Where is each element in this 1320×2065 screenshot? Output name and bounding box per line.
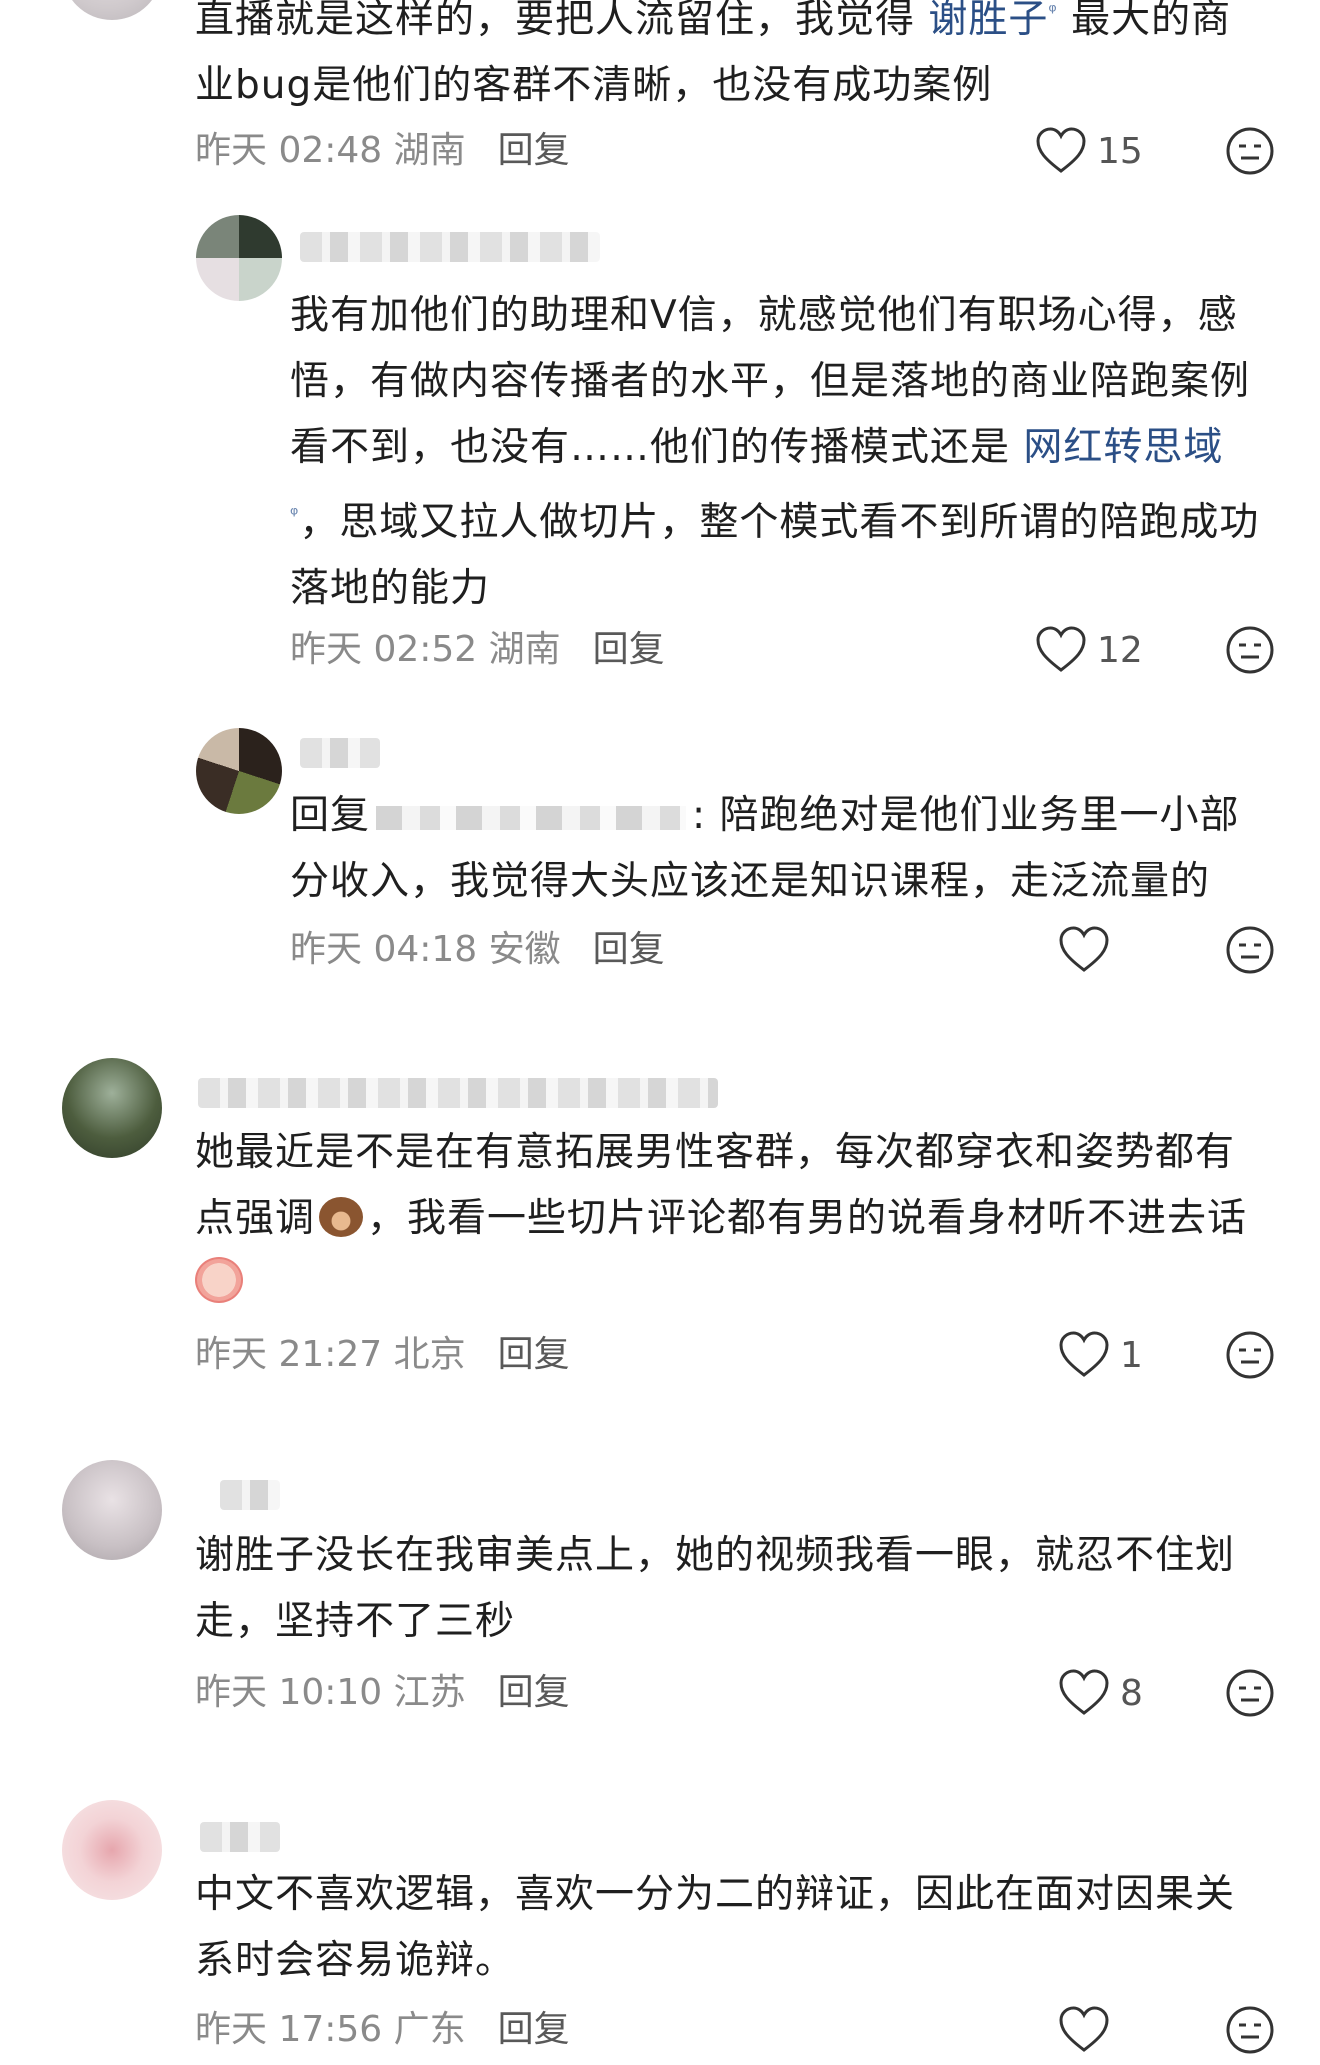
avatar[interactable] xyxy=(62,1460,162,1560)
comment-text: 谢胜子没长在我审美点上，她的视频我看一眼，就忍不住划走，坚持不了三秒 xyxy=(195,1533,1236,1644)
like-button[interactable] xyxy=(1058,2005,1120,2055)
comment-text: 中文不喜欢逻辑，喜欢一分为二的辩证，因此在面对因果关系时会容易诡辩。 xyxy=(195,1872,1236,1983)
like-button[interactable]: 15 xyxy=(1035,126,1143,176)
dislike-face-icon[interactable] xyxy=(1225,925,1275,975)
search-icon: ᵠ xyxy=(1048,0,1058,23)
like-count: 15 xyxy=(1097,130,1143,172)
comment-meta: 昨天 02:52 湖南 回复 xyxy=(290,629,665,670)
avatar[interactable] xyxy=(62,1058,162,1158)
comment-text: 直播就是这样的，要把人流留住，我觉得 谢胜子ᵠ 最大的商业bug是他们的客群不清… xyxy=(195,0,1265,119)
heart-icon xyxy=(1036,127,1086,173)
reply-button[interactable]: 回复 xyxy=(593,929,665,970)
reply-button[interactable]: 回复 xyxy=(593,629,665,670)
crying-emoji-icon xyxy=(195,1257,243,1303)
comment-meta: 昨天 02:48 湖南 回复 xyxy=(195,130,570,171)
heart-icon xyxy=(1036,626,1086,672)
dislike-face-icon[interactable] xyxy=(1225,1330,1275,1380)
avatar[interactable] xyxy=(62,0,162,20)
like-count: 1 xyxy=(1120,1334,1143,1376)
heart-icon xyxy=(1059,1331,1109,1377)
heart-icon xyxy=(1059,2006,1109,2052)
like-count: 8 xyxy=(1120,1672,1143,1714)
dislike-face-icon[interactable] xyxy=(1225,625,1275,675)
comment-meta: 昨天 17:56 广东 回复 xyxy=(195,2009,570,2050)
dislike-face-icon[interactable] xyxy=(1225,1668,1275,1718)
username[interactable] xyxy=(220,1480,280,1510)
heart-icon xyxy=(1059,1669,1109,1715)
dislike-face-icon[interactable] xyxy=(1225,2005,1275,2055)
bear-emoji-icon xyxy=(319,1197,364,1237)
mentioned-username[interactable] xyxy=(376,805,687,830)
like-button[interactable]: 12 xyxy=(1035,625,1143,675)
username[interactable] xyxy=(200,1822,280,1852)
avatar[interactable] xyxy=(196,215,282,301)
avatar[interactable] xyxy=(196,728,282,814)
username[interactable] xyxy=(300,738,380,768)
dislike-face-icon[interactable] xyxy=(1225,126,1275,176)
reply-button[interactable]: 回复 xyxy=(498,2009,570,2050)
avatar[interactable] xyxy=(62,1800,162,1900)
username[interactable] xyxy=(300,232,600,262)
reply-button[interactable]: 回复 xyxy=(498,1334,570,1375)
comment-text: 回复: 陪跑绝对是他们业务里一小部分收入，我觉得大头应该还是知识课程，走泛流量的 xyxy=(290,793,1240,904)
like-button[interactable]: 8 xyxy=(1058,1668,1143,1718)
like-count: 12 xyxy=(1097,629,1143,671)
reply-button[interactable]: 回复 xyxy=(498,1672,570,1713)
reply-button[interactable]: 回复 xyxy=(498,130,570,171)
comment-meta: 昨天 04:18 安徽 回复 xyxy=(290,929,665,970)
like-button[interactable]: 1 xyxy=(1058,1330,1143,1380)
like-button[interactable] xyxy=(1058,925,1120,975)
search-icon: ᵠ xyxy=(290,502,300,526)
comment-text: 我有加他们的助理和V信，就感觉他们有职场心得，感悟，有做内容传播者的水平，但是落… xyxy=(290,293,1260,611)
username[interactable] xyxy=(198,1078,718,1108)
topic-link[interactable]: 谢胜子ᵠ xyxy=(928,0,1057,42)
comment-text: 她最近是不是在有意拓展男性客群，每次都穿衣和姿势都有点强调 ，我看一些切片评论都有… xyxy=(195,1120,1265,1318)
comment-meta: 昨天 10:10 江苏 回复 xyxy=(195,1672,570,1713)
heart-icon xyxy=(1059,926,1109,972)
comment-meta: 昨天 21:27 北京 回复 xyxy=(195,1334,570,1375)
